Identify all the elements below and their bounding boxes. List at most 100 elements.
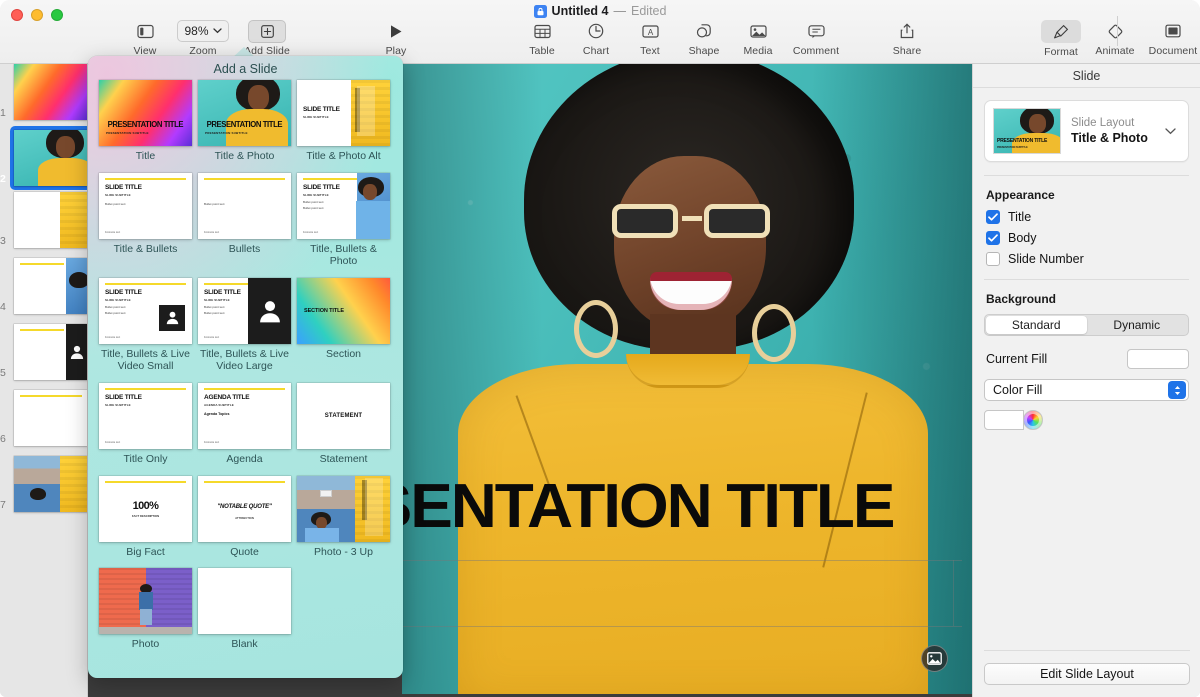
- layout-label: Title, Bullets & Live Video Small: [98, 348, 194, 373]
- layout-option-title-photo-alt[interactable]: SLIDE TITLE SLIDE SUBTITLE Title & Photo…: [294, 80, 393, 163]
- zoom-pill[interactable]: 98%: [177, 20, 228, 42]
- nav-slide-2[interactable]: 2: [10, 126, 88, 190]
- slide-title-text[interactable]: PRESENTATION TITLE: [402, 476, 893, 538]
- play-button[interactable]: Play: [369, 20, 423, 57]
- text-button[interactable]: A Text: [623, 20, 677, 57]
- layout-thumbnail[interactable]: Bullet point text Footnote text: [198, 173, 291, 239]
- figure-earring-right: [752, 304, 796, 362]
- layout-label: Title Only: [124, 453, 168, 466]
- appearance-option-title[interactable]: Title: [986, 210, 1200, 224]
- image-placeholder-icon[interactable]: [921, 645, 948, 672]
- stepper-icon[interactable]: [1168, 381, 1186, 399]
- layout-thumbnail[interactable]: [198, 568, 291, 634]
- nav-slide-6[interactable]: 6: [14, 390, 88, 446]
- appearance-option-body[interactable]: Body: [986, 231, 1200, 245]
- layout-thumbnail[interactable]: PRESENTATION TITLE PRESENTATION SUBTITLE: [99, 80, 192, 146]
- sunglasses-bridge: [682, 216, 702, 221]
- slide-layout-kicker: Slide Layout: [1071, 117, 1161, 129]
- layout-option-title-bullets-photo[interactable]: SLIDE TITLE SLIDE SUBTITLE Bullet point …: [294, 173, 393, 268]
- document-title[interactable]: Untitled 4: [552, 4, 609, 18]
- layout-thumbnail[interactable]: SLIDE TITLE SLIDE SUBTITLE Footnote text: [99, 383, 192, 449]
- zoom-control[interactable]: 98% Zoom: [172, 20, 234, 57]
- shape-button[interactable]: Shape: [677, 20, 731, 57]
- view-button[interactable]: View: [118, 20, 172, 57]
- layout-option-title-bullets[interactable]: SLIDE TITLE SLIDE SUBTITLE Bullet point …: [96, 173, 195, 268]
- layout-option-blank[interactable]: Blank: [195, 568, 294, 651]
- segment-dynamic[interactable]: Dynamic: [1087, 316, 1188, 334]
- layout-thumbnail[interactable]: [297, 476, 390, 542]
- thumb-accent-bar: [105, 481, 186, 483]
- layout-option-live-video-large[interactable]: SLIDE TITLE SLIDE SUBTITLE Bullet point …: [195, 278, 294, 373]
- add-slide-popover[interactable]: Add a Slide PRESENTATION TITLE PRESENTAT…: [88, 56, 403, 678]
- comment-button[interactable]: Comment: [785, 20, 847, 57]
- inspector-header-title: Slide: [973, 64, 1200, 88]
- edit-slide-layout-button[interactable]: Edit Slide Layout: [984, 663, 1190, 685]
- layout-option-bullets[interactable]: Bullet point text Footnote text Bullets: [195, 173, 294, 268]
- chart-button[interactable]: Chart: [569, 20, 623, 57]
- nav-slide-1[interactable]: 1: [14, 64, 88, 120]
- slide-canvas[interactable]: PRESENTATION TITLE: [402, 64, 972, 694]
- appearance-option-slide-number[interactable]: Slide Number: [986, 252, 1200, 266]
- comment-label: Comment: [793, 45, 839, 57]
- layout-thumbnail[interactable]: PRESENTATION TITLE PRESENTATION SUBTITLE: [198, 80, 291, 146]
- nav-slide-3[interactable]: 3: [14, 192, 88, 248]
- layout-option-quote[interactable]: "NOTABLE QUOTE" ATTRIBUTION Quote: [195, 476, 294, 559]
- layout-option-agenda[interactable]: AGENDA TITLE AGENDA SUBTITLE Agenda Topi…: [195, 383, 294, 466]
- document-button[interactable]: Document: [1142, 20, 1200, 57]
- slide-layout-card[interactable]: PRESENTATION TITLE PRESENTATION SUBTITLE…: [984, 100, 1189, 162]
- layout-thumbnail[interactable]: [99, 568, 192, 634]
- layout-thumbnail[interactable]: SLIDE TITLE SLIDE SUBTITLE Bullet point …: [99, 173, 192, 239]
- nav-slide-7[interactable]: 7: [14, 456, 88, 512]
- current-fill-well[interactable]: [1127, 349, 1189, 369]
- nav-slide-number: 4: [0, 301, 6, 313]
- layout-option-title-photo[interactable]: PRESENTATION TITLE PRESENTATION SUBTITLE…: [195, 80, 294, 163]
- nav-slide-4[interactable]: 4: [14, 258, 88, 314]
- fill-color-row[interactable]: [984, 410, 1189, 430]
- thumb-footnote: Footnote text: [105, 336, 120, 339]
- layout-option-photo-3up[interactable]: Photo - 3 Up: [294, 476, 393, 559]
- animate-button[interactable]: Animate: [1088, 20, 1142, 57]
- layout-option-section[interactable]: SECTION TITLE Section: [294, 278, 393, 373]
- plus-square-icon[interactable]: [248, 20, 286, 43]
- keynote-window: Untitled 4 — Edited View 98% Zoom: [0, 0, 1200, 697]
- background-segmented-control[interactable]: Standard Dynamic: [984, 314, 1189, 336]
- layout-thumbnail[interactable]: SLIDE TITLE SLIDE SUBTITLE Bullet point …: [198, 278, 291, 344]
- layout-thumbnail[interactable]: SLIDE TITLE SLIDE SUBTITLE Bullet point …: [99, 278, 192, 344]
- layout-thumbnail[interactable]: AGENDA TITLE AGENDA SUBTITLE Agenda Topi…: [198, 383, 291, 449]
- checkbox-title[interactable]: [986, 210, 1000, 224]
- current-fill-row: Current Fill: [986, 349, 1189, 369]
- color-wheel-icon[interactable]: [1023, 410, 1043, 430]
- shape-icon: [696, 20, 712, 42]
- share-button[interactable]: Share: [880, 20, 934, 57]
- thumb-left-pane: [14, 192, 60, 248]
- layout-option-title[interactable]: PRESENTATION TITLE PRESENTATION SUBTITLE…: [96, 80, 195, 163]
- layout-option-statement[interactable]: STATEMENT Statement: [294, 383, 393, 466]
- layout-thumbnail[interactable]: STATEMENT: [297, 383, 390, 449]
- chevron-down-icon[interactable]: [1161, 122, 1180, 140]
- inspector-divider-1: [984, 175, 1189, 176]
- layout-thumbnail[interactable]: SLIDE TITLE SLIDE SUBTITLE: [297, 80, 390, 146]
- thumb-figure-face: [56, 136, 75, 158]
- fill-type-select[interactable]: Color Fill: [984, 379, 1189, 401]
- checkbox-body[interactable]: [986, 231, 1000, 245]
- layout-option-big-fact[interactable]: 100% FACT DESCRIPTION Big Fact: [96, 476, 195, 559]
- layout-thumbnail[interactable]: SLIDE TITLE SLIDE SUBTITLE Bullet point …: [297, 173, 390, 239]
- layout-thumb-face: [1029, 114, 1046, 133]
- layout-option-photo[interactable]: Photo: [96, 568, 195, 651]
- media-button[interactable]: Media: [731, 20, 785, 57]
- layout-thumbnail[interactable]: SECTION TITLE: [297, 278, 390, 344]
- layout-thumbnail[interactable]: 100% FACT DESCRIPTION: [99, 476, 192, 542]
- nav-slide-5[interactable]: 5: [14, 324, 88, 380]
- checkbox-slide-number[interactable]: [986, 252, 1000, 266]
- layout-option-live-video-small[interactable]: SLIDE TITLE SLIDE SUBTITLE Bullet point …: [96, 278, 195, 373]
- format-button[interactable]: Format: [1034, 20, 1088, 58]
- thumb-footnote: Footnote text: [204, 231, 219, 234]
- nav-slide-thumb: [14, 390, 88, 446]
- layout-thumbnail[interactable]: "NOTABLE QUOTE" ATTRIBUTION: [198, 476, 291, 542]
- fill-color-swatch[interactable]: [984, 410, 1024, 430]
- table-button[interactable]: Table: [515, 20, 569, 57]
- segment-standard[interactable]: Standard: [986, 316, 1087, 334]
- layout-option-title-only[interactable]: SLIDE TITLE SLIDE SUBTITLE Footnote text…: [96, 383, 195, 466]
- format-inspector[interactable]: Slide PRESENTATION TITLE PRESENTATION SU…: [972, 64, 1200, 697]
- slide-navigator[interactable]: 1 2 3: [0, 64, 88, 697]
